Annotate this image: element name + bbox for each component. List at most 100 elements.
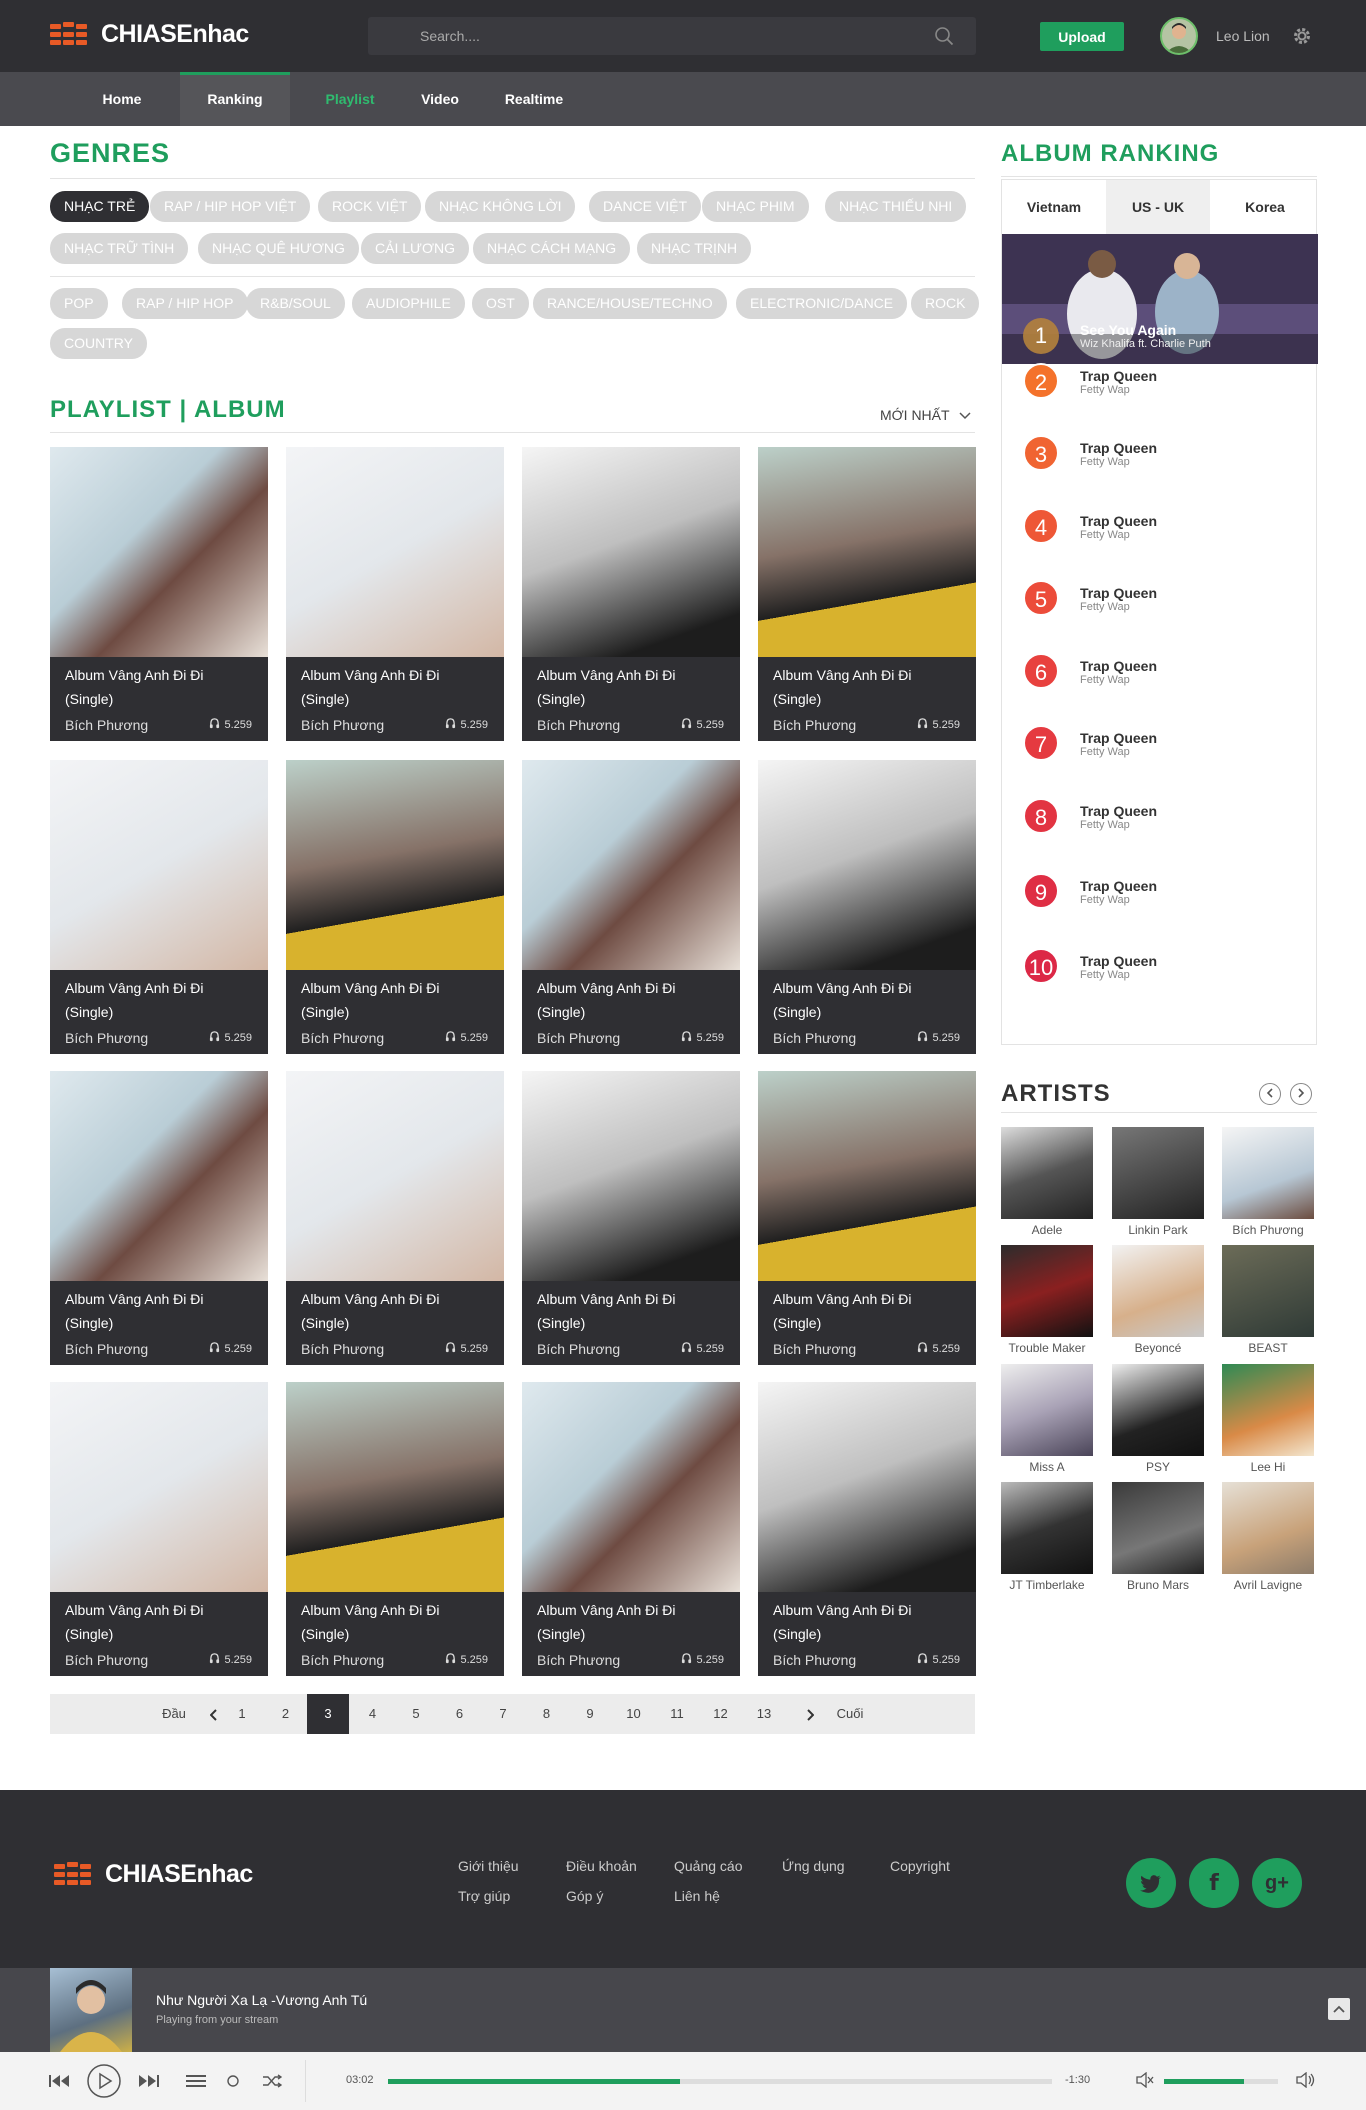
play-icon[interactable] bbox=[86, 2063, 122, 2099]
album-card[interactable]: Album Vâng Anh Đi Đi (Single) Bích Phương 5… bbox=[522, 760, 740, 1054]
twitter-button[interactable] bbox=[1126, 1858, 1176, 1908]
artist-name[interactable]: Avril Lavigne bbox=[1214, 1578, 1322, 1592]
album-title[interactable]: Album Vâng Anh Đi Đi bbox=[301, 976, 492, 1000]
artist-photo[interactable] bbox=[1222, 1482, 1314, 1574]
artist-photo[interactable] bbox=[1112, 1482, 1204, 1574]
sort-dropdown[interactable]: MỚI NHẤT bbox=[880, 407, 971, 423]
nav-home[interactable]: Home bbox=[82, 72, 162, 126]
album-artist[interactable]: Bích Phương bbox=[537, 717, 620, 733]
artist-photo[interactable] bbox=[1222, 1245, 1314, 1337]
album-cover[interactable] bbox=[758, 447, 976, 657]
album-artist[interactable]: Bích Phương bbox=[537, 1341, 620, 1357]
user-avatar[interactable] bbox=[1160, 17, 1198, 55]
artist-name[interactable]: JT Timberlake bbox=[993, 1578, 1101, 1592]
genre-pill[interactable]: ELECTRONIC/DANCE bbox=[736, 288, 908, 319]
album-cover[interactable] bbox=[522, 1071, 740, 1281]
album-card[interactable]: Album Vâng Anh Đi Đi (Single) Bích Phương 5… bbox=[758, 1382, 976, 1676]
rank-artist[interactable]: Fetty Wap bbox=[1080, 384, 1130, 396]
genre-pill[interactable]: POP bbox=[50, 288, 108, 319]
album-cover[interactable] bbox=[522, 760, 740, 970]
nav-playlist[interactable]: Playlist bbox=[310, 72, 390, 126]
album-title[interactable]: Album Vâng Anh Đi Đi bbox=[773, 1598, 964, 1622]
page-prev[interactable] bbox=[202, 1694, 226, 1734]
album-title[interactable]: Album Vâng Anh Đi Đi bbox=[537, 1287, 728, 1311]
album-card[interactable]: Album Vâng Anh Đi Đi (Single) Bích Phương 5… bbox=[286, 1382, 504, 1676]
album-cover[interactable] bbox=[286, 1382, 504, 1592]
artist-photo[interactable] bbox=[1112, 1127, 1204, 1219]
rank-title[interactable]: Trap Queen bbox=[1080, 658, 1157, 674]
album-artist[interactable]: Bích Phương bbox=[773, 1652, 856, 1668]
genre-pill[interactable]: NHẠC TRỊNH bbox=[637, 233, 752, 264]
artist-photo[interactable] bbox=[1222, 1127, 1314, 1219]
genre-pill[interactable]: CẢI LƯƠNG bbox=[361, 233, 469, 264]
genre-pill[interactable]: AUDIOPHILE bbox=[352, 288, 465, 319]
album-card[interactable]: Album Vâng Anh Đi Đi (Single) Bích Phương 5… bbox=[50, 447, 268, 741]
footer-link[interactable]: Trợ giúp bbox=[458, 1888, 510, 1904]
rank-artist[interactable]: Fetty Wap bbox=[1080, 601, 1130, 613]
playlist-icon[interactable] bbox=[186, 2074, 206, 2088]
album-cover[interactable] bbox=[50, 447, 268, 657]
rank-title[interactable]: Trap Queen bbox=[1080, 585, 1157, 601]
album-title[interactable]: Album Vâng Anh Đi Đi bbox=[65, 1287, 256, 1311]
page-number[interactable]: 2 bbox=[277, 1694, 295, 1734]
album-title[interactable]: Album Vâng Anh Đi Đi bbox=[65, 1598, 256, 1622]
footer-link[interactable]: Điều khoản bbox=[566, 1858, 637, 1874]
artist-name[interactable]: Bruno Mars bbox=[1104, 1578, 1212, 1592]
album-card[interactable]: Album Vâng Anh Đi Đi (Single) Bích Phương 5… bbox=[50, 1382, 268, 1676]
album-cover[interactable] bbox=[522, 1382, 740, 1592]
page-number[interactable]: 5 bbox=[407, 1694, 425, 1734]
album-card[interactable]: Album Vâng Anh Đi Đi (Single) Bích Phương 5… bbox=[286, 447, 504, 741]
artist-photo[interactable] bbox=[1222, 1364, 1314, 1456]
album-card[interactable]: Album Vâng Anh Đi Đi (Single) Bích Phương 5… bbox=[522, 447, 740, 741]
artists-prev-button[interactable] bbox=[1259, 1083, 1281, 1105]
album-artist[interactable]: Bích Phương bbox=[773, 1030, 856, 1046]
rank-artist[interactable]: Fetty Wap bbox=[1080, 819, 1130, 831]
google-plus-button[interactable]: g+ bbox=[1252, 1858, 1302, 1908]
footer-link[interactable]: Copyright bbox=[890, 1858, 950, 1874]
album-title[interactable]: Album Vâng Anh Đi Đi bbox=[301, 1598, 492, 1622]
album-title[interactable]: Album Vâng Anh Đi Đi bbox=[65, 663, 256, 687]
page-number[interactable]: 4 bbox=[364, 1694, 382, 1734]
rank-artist[interactable]: Fetty Wap bbox=[1080, 746, 1130, 758]
footer-logo[interactable]: CHIASEnhac bbox=[54, 1860, 253, 1889]
album-title[interactable]: Album Vâng Anh Đi Đi bbox=[773, 1287, 964, 1311]
album-artist[interactable]: Bích Phương bbox=[301, 1341, 384, 1357]
genre-pill[interactable]: NHẠC KHÔNG LỜI bbox=[425, 191, 576, 222]
album-cover[interactable] bbox=[522, 447, 740, 657]
album-artist[interactable]: Bích Phương bbox=[301, 1652, 384, 1668]
now-playing-cover[interactable] bbox=[50, 1968, 132, 2052]
album-cover[interactable] bbox=[286, 447, 504, 657]
artist-name[interactable]: Lee Hi bbox=[1214, 1460, 1322, 1474]
page-next[interactable] bbox=[798, 1694, 822, 1734]
album-card[interactable]: Album Vâng Anh Đi Đi (Single) Bích Phương 5… bbox=[50, 1071, 268, 1365]
page-number[interactable]: 9 bbox=[581, 1694, 599, 1734]
page-number[interactable]: 12 bbox=[712, 1694, 730, 1734]
genre-pill[interactable]: OST bbox=[472, 288, 529, 319]
ranking-tab-korea[interactable]: Korea bbox=[1213, 180, 1317, 234]
artist-photo[interactable] bbox=[1112, 1245, 1204, 1337]
album-artist[interactable]: Bích Phương bbox=[65, 1030, 148, 1046]
album-cover[interactable] bbox=[50, 760, 268, 970]
nav-video[interactable]: Video bbox=[400, 72, 480, 126]
rank-artist[interactable]: Fetty Wap bbox=[1080, 894, 1130, 906]
artists-next-button[interactable] bbox=[1290, 1083, 1312, 1105]
artist-photo[interactable] bbox=[1001, 1127, 1093, 1219]
artist-name[interactable]: Beyoncé bbox=[1104, 1341, 1212, 1355]
album-card[interactable]: Album Vâng Anh Đi Đi (Single) Bích Phương 5… bbox=[286, 1071, 504, 1365]
album-artist[interactable]: Bích Phương bbox=[301, 717, 384, 733]
artist-name[interactable]: Linkin Park bbox=[1104, 1223, 1212, 1237]
album-card[interactable]: Album Vâng Anh Đi Đi (Single) Bích Phương 5… bbox=[522, 1382, 740, 1676]
ranking-tab-us-uk[interactable]: US - UK bbox=[1106, 180, 1210, 234]
nav-ranking[interactable]: Ranking bbox=[180, 72, 290, 126]
album-cover[interactable] bbox=[286, 1071, 504, 1281]
rank-title[interactable]: Trap Queen bbox=[1080, 368, 1157, 384]
album-title[interactable]: Album Vâng Anh Đi Đi bbox=[301, 1287, 492, 1311]
album-title[interactable]: Album Vâng Anh Đi Đi bbox=[773, 663, 964, 687]
rank-title[interactable]: Trap Queen bbox=[1080, 878, 1157, 894]
genre-pill[interactable]: NHẠC TRẺ bbox=[50, 191, 150, 222]
page-first[interactable]: Đầu bbox=[154, 1694, 194, 1734]
ranking-hero[interactable]: 1 See You Again Wiz Khalifa ft. Charlie … bbox=[1002, 234, 1318, 364]
album-card[interactable]: Album Vâng Anh Đi Đi (Single) Bích Phương 5… bbox=[522, 1071, 740, 1365]
genre-pill[interactable]: NHẠC THIẾU NHI bbox=[825, 191, 967, 222]
gear-icon[interactable] bbox=[1292, 26, 1312, 46]
